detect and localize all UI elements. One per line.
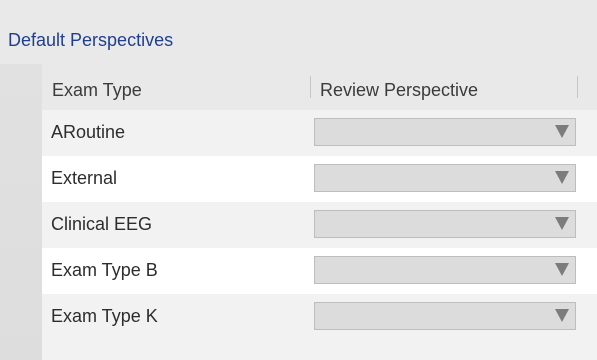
- exam-type-cell: Clinical EEG: [51, 214, 153, 234]
- review-perspective-dropdown[interactable]: [314, 118, 576, 146]
- perspectives-table: Exam Type Review Perspective ARoutine Ex…: [42, 64, 597, 360]
- table-row[interactable]: Exam Type K: [42, 294, 597, 340]
- exam-type-cell: ARoutine: [51, 122, 126, 142]
- chevron-down-icon[interactable]: [555, 263, 569, 276]
- table-row[interactable]: Clinical EEG: [42, 202, 597, 248]
- chevron-down-icon[interactable]: [555, 171, 569, 184]
- left-gutter: [0, 64, 42, 360]
- review-perspective-dropdown[interactable]: [314, 302, 576, 330]
- exam-type-cell: Exam Type K: [51, 306, 158, 326]
- exam-type-cell: External: [51, 168, 118, 188]
- table-row[interactable]: ARoutine: [42, 110, 597, 156]
- chevron-down-icon[interactable]: [555, 125, 569, 138]
- column-separator[interactable]: [310, 76, 311, 98]
- column-header-exam-type[interactable]: Exam Type: [52, 78, 142, 102]
- column-header-review-perspective[interactable]: Review Perspective: [320, 78, 478, 102]
- chevron-down-icon[interactable]: [555, 309, 569, 322]
- review-perspective-dropdown[interactable]: [314, 210, 576, 238]
- section-title: Default Perspectives: [8, 30, 174, 50]
- table-header: Exam Type Review Perspective: [42, 64, 597, 110]
- table-row[interactable]: Exam Type B: [42, 248, 597, 294]
- default-perspectives-panel: Default Perspectives Exam Type Review Pe…: [0, 0, 597, 360]
- column-separator[interactable]: [577, 76, 578, 98]
- table-row[interactable]: External: [42, 156, 597, 202]
- chevron-down-icon[interactable]: [555, 217, 569, 230]
- exam-type-cell: Exam Type B: [51, 260, 158, 280]
- review-perspective-dropdown[interactable]: [314, 164, 576, 192]
- review-perspective-dropdown[interactable]: [314, 256, 576, 284]
